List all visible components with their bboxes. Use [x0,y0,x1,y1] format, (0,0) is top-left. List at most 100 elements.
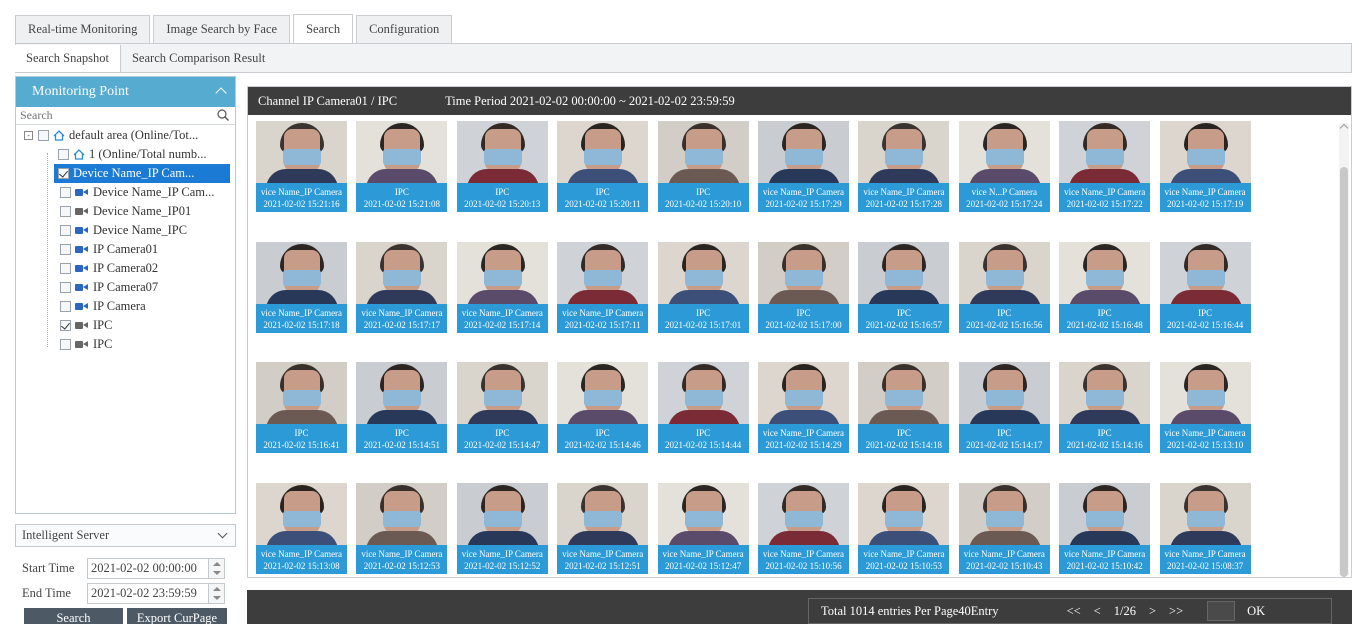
snapshot-tile[interactable]: vice Name_IP Camera 2021-02-02 15:17:19 [1159,121,1251,213]
checkbox[interactable] [60,244,71,255]
snapshot-tile[interactable]: vice Name_IP Camera 2021-02-02 15:14:29 [758,362,849,454]
checkbox[interactable] [60,301,71,312]
tab-search-comparison-result[interactable]: Search Comparison Result [121,45,276,72]
monitoring-point-header[interactable]: Monitoring Point [16,77,235,107]
snapshot-tile[interactable]: IPC 2021-02-02 15:14:44 [657,362,749,454]
snapshot-tile[interactable]: vice Name_IP Camera 2021-02-02 15:12:52 [456,482,548,575]
search-button[interactable]: Search [24,608,123,624]
snapshot-time: 2021-02-02 15:17:22 [1066,199,1143,209]
checkbox[interactable] [60,282,71,293]
tree-item[interactable]: Device Name_IPC [16,221,235,240]
tree-item[interactable]: IPC [16,316,235,335]
snapshot-tile[interactable]: vice Name_IP Camera 2021-02-02 15:12:51 [557,482,649,575]
tab-search[interactable]: Search [293,14,354,43]
snapshot-device-name: vice Name_IP Camera [260,548,343,559]
server-select[interactable]: Intelligent Server [15,524,236,547]
collapse-icon[interactable]: - [24,131,33,140]
snapshot-tile[interactable]: IPC 2021-02-02 15:20:13 [456,121,548,213]
checkbox[interactable] [58,168,69,179]
snapshot-tile[interactable]: IPC 2021-02-02 15:16:56 [958,241,1050,334]
tree-item[interactable]: Device Name_IP01 [16,202,235,221]
checkbox[interactable] [58,149,69,160]
snapshot-tile[interactable]: IPC 2021-02-02 15:16:44 [1159,241,1251,334]
next-page-button[interactable]: > [1149,604,1156,619]
last-page-button[interactable]: >> [1169,604,1183,619]
tab-image-search-by-face[interactable]: Image Search by Face [153,15,291,43]
snapshot-tile[interactable]: IPC 2021-02-02 15:14:18 [858,362,950,454]
snapshot-tile[interactable]: vice Name_IP Camera 2021-02-02 15:10:42 [1059,482,1151,575]
checkbox[interactable] [60,339,71,350]
page-number-input[interactable] [1207,601,1236,621]
snapshot-tile[interactable]: IPC 2021-02-02 15:20:11 [557,121,649,213]
snapshot-tile[interactable]: IPC 2021-02-02 15:16:57 [858,241,950,334]
checkbox[interactable] [60,187,71,198]
snapshot-time: 2021-02-02 15:13:08 [263,560,340,571]
snapshot-tile[interactable]: IPC 2021-02-02 15:17:00 [758,241,849,334]
snapshot-tile[interactable]: IPC 2021-02-02 15:16:48 [1059,241,1151,334]
search-input[interactable] [16,107,206,124]
start-time-field[interactable]: 2021-02-02 00:00:00 [87,557,209,579]
checkbox[interactable] [60,320,71,331]
vertical-scrollbar[interactable] [1339,123,1349,577]
snapshot-tile[interactable]: IPC 2021-02-02 15:14:46 [557,362,649,454]
snapshot-tile[interactable]: IPC 2021-02-02 15:14:47 [456,362,548,454]
snapshot-tile[interactable]: vice Name_IP Camera 2021-02-02 15:08:37 [1159,482,1251,575]
snapshot-tile[interactable]: vice Name_IP Camera 2021-02-02 15:17:28 [858,121,950,213]
prev-page-button[interactable]: < [1094,604,1101,619]
export-curpage-button[interactable]: Export CurPage [127,608,227,624]
snapshot-tile[interactable]: vice Name_IP Camera 2021-02-02 15:17:14 [456,241,548,334]
snapshot-tile[interactable]: vice Name_IP Camera 2021-02-02 15:17:17 [356,241,448,334]
snapshot-device-name: IPC [1097,428,1112,438]
snapshot-tile[interactable]: IPC 2021-02-02 15:14:17 [958,362,1050,454]
snapshot-device-name: IPC [696,307,711,318]
end-time-field[interactable]: 2021-02-02 23:59:59 [87,582,209,604]
first-page-button[interactable]: << [1067,604,1081,619]
checkbox[interactable] [60,206,71,217]
tab-configuration[interactable]: Configuration [356,15,453,43]
tree-item[interactable]: 1 (Online/Total numb... [16,145,235,164]
scroll-thumb[interactable] [1340,167,1348,577]
snapshot-tile[interactable]: vice Name_IP Camera 2021-02-02 15:12:47 [657,482,749,575]
snapshot-tile[interactable]: vice Name_IP Camera 2021-02-02 15:17:29 [758,121,849,213]
tree-item[interactable]: - default area (Online/Tot... [16,126,235,145]
snapshot-tile[interactable]: vice N...P Camera 2021-02-02 15:17:24 [958,121,1050,213]
tree-item[interactable]: IP Camera02 [16,259,235,278]
snapshot-tile[interactable]: vice Name_IP Camera 2021-02-02 15:12:53 [356,482,448,575]
face-thumbnail [858,482,950,545]
tree-item[interactable]: IP Camera [16,297,235,316]
tree-item[interactable]: IP Camera01 [16,240,235,259]
search-icon[interactable] [217,109,229,121]
tab-realtime-monitoring[interactable]: Real-time Monitoring [15,15,151,43]
snapshot-tile[interactable]: IPC 2021-02-02 15:20:10 [657,121,749,213]
snapshot-tile[interactable]: vice Name_IP Camera 2021-02-02 15:13:08 [256,482,347,575]
snapshot-tile[interactable]: vice Name_IP Camera 2021-02-02 15:10:56 [758,482,849,575]
snapshot-tile[interactable]: vice Name_IP Camera 2021-02-02 15:10:53 [858,482,950,575]
snapshot-tile[interactable]: vice Name_IP Camera 2021-02-02 15:17:18 [256,241,347,334]
snapshot-tile[interactable]: IPC 2021-02-02 15:21:08 [356,121,448,213]
face-thumbnail [456,241,548,304]
snapshot-tile[interactable]: IPC 2021-02-02 15:16:41 [256,362,347,454]
checkbox[interactable] [60,225,71,236]
start-time-spinner[interactable] [209,557,225,579]
checkbox[interactable] [38,130,49,141]
snapshot-device-name: vice Name_IP Camera [963,548,1045,559]
snapshot-tile[interactable]: vice Name_IP Camera 2021-02-02 15:17:22 [1059,121,1151,213]
snapshot-tile[interactable]: IPC 2021-02-02 15:14:51 [356,362,448,454]
end-time-spinner[interactable] [209,582,225,604]
tab-search-snapshot[interactable]: Search Snapshot [15,45,121,72]
snapshot-tile[interactable]: vice Name_IP Camera 2021-02-02 15:17:11 [557,241,649,334]
tree-item[interactable]: IPC [16,335,235,354]
snapshot-tile[interactable]: vice Name_IP Camera 2021-02-02 15:10:43 [958,482,1050,575]
snapshot-tile[interactable]: vice Name_IP Camera 2021-02-02 15:13:10 [1159,362,1251,454]
tree-item[interactable]: Device Name_IP Cam... [16,183,235,202]
ok-button[interactable]: OK [1247,604,1265,619]
tree-item[interactable]: Device Name_IP Cam... [54,164,230,183]
tree-item[interactable]: IP Camera07 [16,278,235,297]
snapshot-tile[interactable]: IPC 2021-02-02 15:14:16 [1059,362,1151,454]
scroll-up-icon[interactable] [1339,123,1349,133]
snapshot-caption: vice Name_IP Camera 2021-02-02 15:17:17 [356,303,448,333]
collapse-caret-icon[interactable] [215,87,227,99]
snapshot-tile[interactable]: vice Name_IP Camera 2021-02-02 15:21:16 [256,121,347,213]
checkbox[interactable] [60,263,71,274]
snapshot-tile[interactable]: IPC 2021-02-02 15:17:01 [657,241,749,334]
